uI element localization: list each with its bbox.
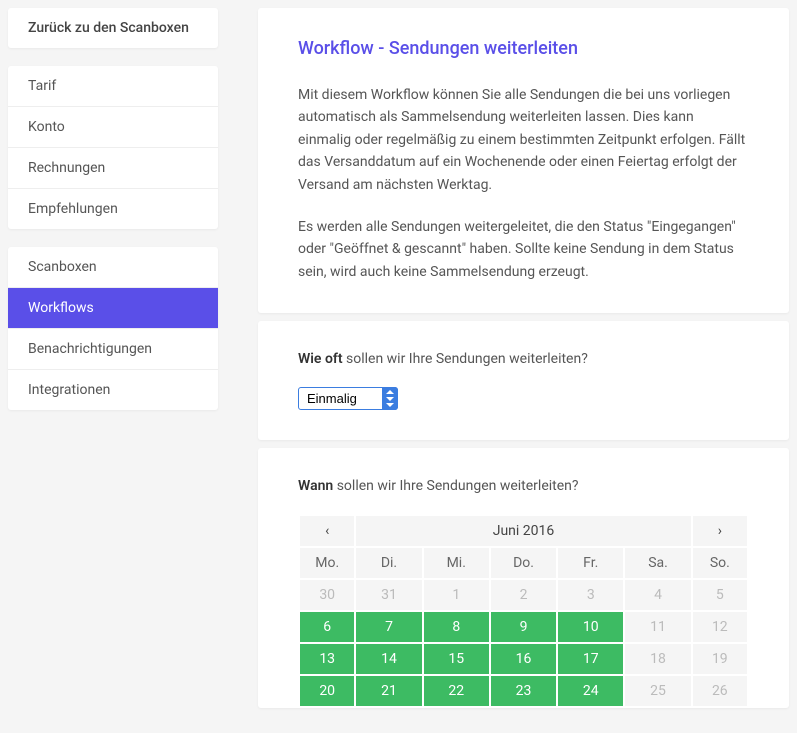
calendar-day: 25 [625, 676, 690, 706]
calendar-day[interactable]: 21 [356, 676, 421, 706]
calendar-dow: Mo. [300, 548, 354, 578]
calendar-dow: Di. [356, 548, 421, 578]
date-label-strong: Wann [298, 478, 333, 494]
sidebar-item-benachrichtigungen[interactable]: Benachrichtigungen [8, 329, 218, 370]
sidebar: Zurück zu den Scanboxen TarifKontoRechnu… [8, 8, 218, 725]
intro-panel: Workflow - Sendungen weiterleiten Mit di… [258, 8, 789, 313]
calendar-day[interactable]: 13 [300, 644, 354, 674]
calendar-day[interactable]: 7 [356, 612, 421, 642]
calendar-day: 5 [693, 580, 747, 610]
calendar-day[interactable]: 10 [558, 612, 623, 642]
calendar-day: 12 [693, 612, 747, 642]
calendar-day[interactable]: 8 [424, 612, 489, 642]
calendar-dow: Sa. [625, 548, 690, 578]
calendar-next-button[interactable]: › [693, 516, 747, 546]
sidebar-item-tarif[interactable]: Tarif [8, 66, 218, 107]
frequency-select-wrap: Einmalig [298, 387, 398, 410]
calendar-day[interactable]: 16 [491, 644, 556, 674]
calendar-day: 30 [300, 580, 354, 610]
sidebar-item-empfehlungen[interactable]: Empfehlungen [8, 189, 218, 229]
sidebar-item-scanboxen[interactable]: Scanboxen [8, 247, 218, 288]
calendar-day[interactable]: 9 [491, 612, 556, 642]
sidebar-item-konto[interactable]: Konto [8, 107, 218, 148]
calendar-prev-button[interactable]: ‹ [300, 516, 354, 546]
sidebar-item-integrationen[interactable]: Integrationen [8, 370, 218, 410]
calendar-day: 4 [625, 580, 690, 610]
main-content: Workflow - Sendungen weiterleiten Mit di… [258, 8, 789, 725]
calendar-day[interactable]: 14 [356, 644, 421, 674]
intro-paragraph-2: Es werden alle Sendungen weitergeleitet,… [298, 216, 749, 283]
calendar-title: Juni 2016 [356, 516, 690, 546]
calendar-day: 31 [356, 580, 421, 610]
intro-paragraph-1: Mit diesem Workflow können Sie alle Send… [298, 84, 749, 196]
frequency-select[interactable]: Einmalig [298, 387, 398, 410]
page-title: Workflow - Sendungen weiterleiten [298, 38, 749, 59]
date-question: Wann sollen wir Ihre Sendungen weiterlei… [298, 478, 749, 494]
sidebar-back-link[interactable]: Zurück zu den Scanboxen [8, 8, 218, 48]
sidebar-item-workflows[interactable]: Workflows [8, 288, 218, 329]
calendar-day: 26 [693, 676, 747, 706]
calendar-day[interactable]: 17 [558, 644, 623, 674]
calendar-dow: Do. [491, 548, 556, 578]
calendar-day[interactable]: 6 [300, 612, 354, 642]
calendar-day[interactable]: 15 [424, 644, 489, 674]
frequency-panel: Wie oft sollen wir Ihre Sendungen weiter… [258, 321, 789, 440]
sidebar-item-rechnungen[interactable]: Rechnungen [8, 148, 218, 189]
frequency-question: Wie oft sollen wir Ihre Sendungen weiter… [298, 351, 749, 367]
calendar-day: 2 [491, 580, 556, 610]
calendar-day: 11 [625, 612, 690, 642]
sidebar-group-settings: ScanboxenWorkflowsBenachrichtigungenInte… [8, 247, 218, 410]
calendar-day: 1 [424, 580, 489, 610]
sidebar-group-account: TarifKontoRechnungenEmpfehlungen [8, 66, 218, 229]
calendar-day[interactable]: 23 [491, 676, 556, 706]
calendar: ‹ Juni 2016 › Mo.Di.Mi.Do.Fr.Sa.So. 3031… [298, 514, 749, 708]
calendar-day: 18 [625, 644, 690, 674]
date-label-rest: sollen wir Ihre Sendungen weiterleiten? [333, 478, 578, 494]
calendar-dow: Mi. [424, 548, 489, 578]
date-panel: Wann sollen wir Ihre Sendungen weiterlei… [258, 448, 789, 708]
calendar-day[interactable]: 24 [558, 676, 623, 706]
calendar-day: 19 [693, 644, 747, 674]
frequency-label-rest: sollen wir Ihre Sendungen weiterleiten? [343, 351, 588, 367]
calendar-day[interactable]: 20 [300, 676, 354, 706]
calendar-day[interactable]: 22 [424, 676, 489, 706]
calendar-day: 3 [558, 580, 623, 610]
frequency-label-strong: Wie oft [298, 351, 343, 367]
calendar-dow: Fr. [558, 548, 623, 578]
calendar-dow: So. [693, 548, 747, 578]
